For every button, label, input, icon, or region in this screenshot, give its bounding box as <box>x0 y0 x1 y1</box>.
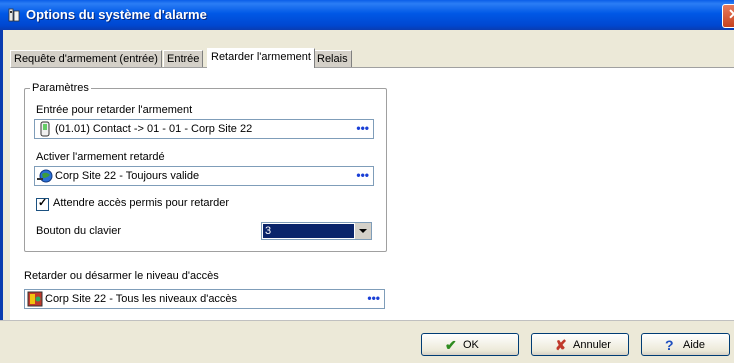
tab-input[interactable]: Entrée <box>163 50 204 68</box>
close-button[interactable]: ✕ <box>722 4 734 28</box>
checkmark-icon: ✓ <box>38 197 48 209</box>
delay-input-value: (01.01) Contact -> 01 - 01 - Corp Site 2… <box>55 123 253 135</box>
access-level-field[interactable]: Corp Site 22 - Tous les niveaux d'accès … <box>24 289 385 309</box>
activate-label: Activer l'armement retardé <box>36 151 165 163</box>
chevron-down-icon[interactable] <box>354 223 371 239</box>
ok-button[interactable]: ✔ OK <box>421 333 519 356</box>
tab-delay-arming[interactable]: Retarder l'armement <box>207 48 315 68</box>
wait-access-label[interactable]: Attendre accès permis pour retarder <box>53 197 229 209</box>
activate-field[interactable]: Corp Site 22 - Toujours valide ••• <box>34 166 374 186</box>
tab-relays[interactable]: Relais <box>313 50 352 68</box>
title-bar[interactable]: Options du système d'alarme ✕ <box>0 0 734 30</box>
contact-sensor-icon <box>37 121 53 137</box>
activate-value: Corp Site 22 - Toujours valide <box>55 170 200 182</box>
keypad-label: Bouton du clavier <box>36 225 121 237</box>
window-title: Options du système d'alarme <box>26 7 207 22</box>
app-icon <box>8 8 20 22</box>
access-level-value: Corp Site 22 - Tous les niveaux d'accès <box>45 293 238 305</box>
browse-access-level-icon[interactable]: ••• <box>367 291 380 305</box>
cancel-button[interactable]: ✘ Annuler <box>531 333 629 356</box>
close-icon: ✕ <box>728 6 734 22</box>
help-button[interactable]: ? Aide <box>641 333 730 356</box>
help-label: Aide <box>683 339 706 351</box>
ok-label: OK <box>463 339 479 351</box>
schedule-globe-icon <box>37 168 53 184</box>
keypad-select[interactable]: 3 <box>261 222 372 240</box>
tab-arming-request[interactable]: Requête d'armement (entrée) <box>10 50 162 68</box>
check-icon: ✔ <box>445 337 457 353</box>
access-level-label: Retarder ou désarmer le niveau d'accès <box>24 270 219 282</box>
wait-access-checkbox[interactable]: ✓ <box>36 197 49 211</box>
keypad-selected-value: 3 <box>263 224 356 238</box>
options-dialog: Options du système d'alarme ✕ Requête d'… <box>0 0 734 363</box>
params-legend: Paramètres <box>30 82 91 94</box>
browse-activate-icon[interactable]: ••• <box>356 168 369 182</box>
access-level-icon <box>27 291 43 307</box>
cancel-label: Annuler <box>573 339 611 351</box>
help-icon: ? <box>665 337 674 353</box>
browse-delay-input-icon[interactable]: ••• <box>356 121 369 135</box>
delay-input-label: Entrée pour retarder l'armement <box>36 104 193 116</box>
window-border <box>0 30 3 362</box>
delay-input-field[interactable]: (01.01) Contact -> 01 - 01 - Corp Site 2… <box>34 119 374 139</box>
cross-icon: ✘ <box>555 337 567 353</box>
